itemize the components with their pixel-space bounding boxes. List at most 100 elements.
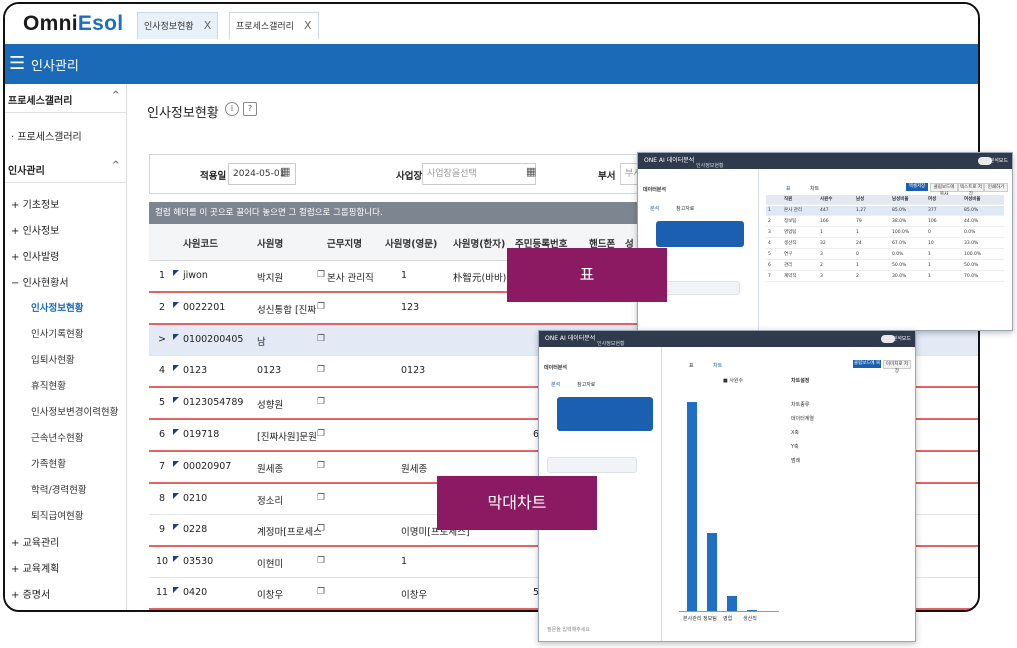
sidebar-subitem[interactable]: 인사정보변경이력현황 <box>31 404 118 418</box>
tab-table[interactable]: 표 <box>786 185 791 192</box>
sidebar-item-hr-report[interactable]: − 인사현황서 <box>11 274 69 289</box>
table-cell: 24 <box>856 241 862 246</box>
sidebar-item-hr-appoint[interactable]: + 인사발령 <box>11 248 59 263</box>
column-header[interactable]: 사원명(영문) <box>385 236 437 250</box>
column-header[interactable]: 사원코드 <box>183 236 218 250</box>
print-button[interactable]: 인쇄하기 <box>984 183 1008 192</box>
table-row[interactable]: 1 본사 관리 447 1,27 85.0% 377 85.0% <box>766 206 1004 216</box>
sidebar-subitem[interactable]: 인사정보현황 <box>31 300 83 314</box>
cell-code: jiwon <box>183 270 208 281</box>
open-record-icon[interactable]: ❐ <box>317 365 325 375</box>
tab-table[interactable]: 표 <box>689 362 694 369</box>
tab-analysis[interactable]: 분석 <box>650 205 659 212</box>
tab-reference[interactable]: 참고자료 <box>577 381 595 388</box>
excel-save-button[interactable]: 엑셀저장 <box>906 183 928 191</box>
table-row[interactable]: 7 계약직 3 2 30.0% 1 70.0% <box>766 272 1004 282</box>
header-cell: 여성 <box>928 197 937 202</box>
open-record-icon[interactable]: ❐ <box>317 524 325 534</box>
bar[interactable] <box>707 533 717 611</box>
setting-label: X축 <box>791 430 800 436</box>
sidebar-item-edu[interactable]: + 교육관리 <box>11 534 59 549</box>
sidebar-section-process[interactable]: 프로세스갤러리 ^ <box>5 84 126 113</box>
calendar-icon[interactable]: ▦ <box>280 165 290 178</box>
hamburger-menu-icon[interactable]: ☰ <box>9 53 25 74</box>
save-image-button[interactable]: 이미지로 저장 <box>883 360 911 374</box>
close-icon[interactable]: X <box>304 19 312 32</box>
bar[interactable] <box>687 401 697 611</box>
copy-clipboard-button[interactable]: 클립보드에 복사 <box>853 360 881 374</box>
open-record-icon[interactable]: ❐ <box>317 397 325 407</box>
table-row[interactable]: 2 정보팀 166 79 38.0% 106 44.0% <box>766 217 1004 227</box>
sidebar-item-process-gallery[interactable]: · 프로세스갤러리 <box>11 128 82 143</box>
tab-reference[interactable]: 참고자료 <box>676 205 694 212</box>
open-record-icon[interactable]: ❐ <box>317 270 325 280</box>
tab-process-gallery[interactable]: 프로세스갤러리 X <box>229 12 319 39</box>
column-header[interactable]: 사원명(한자) <box>453 236 505 250</box>
chevron-up-icon[interactable]: ^ <box>112 90 120 101</box>
table-cell: 생산직 <box>784 241 797 246</box>
table-cell: 2 <box>856 274 859 279</box>
edit-marker-icon <box>173 270 179 276</box>
open-record-icon[interactable]: ❐ <box>317 429 325 439</box>
edit-marker-icon <box>173 334 179 340</box>
place-input[interactable]: 사업장을선택 <box>422 163 536 185</box>
sidebar-subitem[interactable]: 학력/경력현황 <box>31 482 87 496</box>
table-cell: 6 <box>768 263 771 268</box>
table-row[interactable]: 5 연구 3 0 0.0% 1 100.0% <box>766 250 1004 260</box>
sidebar-subitem[interactable]: 가족현황 <box>31 456 66 470</box>
cell-en: 0123 <box>401 365 426 376</box>
sidebar-subitem[interactable]: 입퇴사현황 <box>31 352 75 366</box>
table-cell: 계약직 <box>784 274 797 279</box>
table-row[interactable]: 3 영업팀 1 1 100.0% 0 0.0% <box>766 228 1004 238</box>
cell-name: 이현미 <box>257 559 284 570</box>
sidebar-item-cert[interactable]: + 증명서 <box>11 586 50 601</box>
cell-name: 박지원 <box>257 273 284 284</box>
tab-chart[interactable]: 차트 <box>713 362 722 369</box>
x-tick-label: 생산직 <box>743 616 757 622</box>
info-icon[interactable]: i <box>225 102 239 116</box>
table-cell: 38.0% <box>892 219 907 224</box>
sidebar-item-basic-info[interactable]: + 기초정보 <box>11 196 59 211</box>
open-record-icon[interactable]: ❐ <box>317 493 325 503</box>
copy-clipboard-button[interactable]: 클립보드에 복사 <box>930 183 958 197</box>
open-record-icon[interactable]: ❐ <box>317 587 325 597</box>
table-row[interactable]: 4 생산직 32 24 67.0% 10 33.0% <box>766 239 1004 249</box>
edit-marker-icon <box>173 365 179 371</box>
open-record-icon[interactable]: ❐ <box>317 461 325 471</box>
ai-table-panel: ONE AI 데이터분석 인사정보현황 분석모드 데이터분석 분석 참고자료 표… <box>637 152 1013 331</box>
tab-hr-info-status[interactable]: 인사정보현황 X <box>137 12 219 39</box>
sidebar-item-edu-plan[interactable]: + 교육계획 <box>11 560 59 575</box>
table-row[interactable]: 6 관리 2 1 50.0% 1 50.0% <box>766 261 1004 271</box>
x-tick-label: 영업 <box>723 616 733 622</box>
cell-code: 0210 <box>183 493 208 504</box>
close-icon[interactable]: X <box>204 19 212 32</box>
chat-input[interactable]: 질문을 입력해주세요. <box>547 626 592 633</box>
help-icon[interactable]: ? <box>243 102 257 116</box>
lookup-icon[interactable]: ▦ <box>526 165 536 178</box>
column-header[interactable]: 근무지명 <box>327 236 362 250</box>
setting-label: Y축 <box>791 444 799 450</box>
column-header[interactable]: 사원명 <box>257 236 283 250</box>
sidebar-subitem[interactable]: 휴직현황 <box>31 378 66 392</box>
sidebar-subitem[interactable]: 퇴직급여현황 <box>31 508 83 522</box>
edit-marker-icon <box>173 556 179 562</box>
sidebar: 프로세스갤러리 ^ · 프로세스갤러리 인사관리 ^ + 기초정보 + 인사정보 +… <box>5 84 127 610</box>
table-cell: 0.0% <box>964 230 976 235</box>
edit-marker-icon <box>173 461 179 467</box>
sidebar-subitem[interactable]: 인사기록현황 <box>31 326 83 340</box>
bar[interactable] <box>727 596 737 611</box>
dept-label: 부서 <box>598 171 616 182</box>
chevron-up-icon[interactable]: ^ <box>112 160 120 171</box>
open-record-icon[interactable]: ❐ <box>317 556 325 566</box>
open-record-icon[interactable]: ❐ <box>317 302 325 312</box>
cell-cn: 朴智元(바바) <box>453 273 507 284</box>
open-record-icon[interactable]: ❐ <box>317 334 325 344</box>
top-tab-bar: OmniEsol 인사정보현황 X 프로세스갤러리 X <box>5 4 978 45</box>
save-text-button[interactable]: 텍스트로 저장 <box>958 183 984 197</box>
tab-chart[interactable]: 차트 <box>810 185 819 192</box>
table-cell: 100.0% <box>964 252 982 257</box>
sidebar-item-hr-info[interactable]: + 인사정보 <box>11 222 59 237</box>
sidebar-section-hr[interactable]: 인사관리 ^ <box>5 154 126 183</box>
sidebar-subitem[interactable]: 근속년수현황 <box>31 430 83 444</box>
tab-analysis[interactable]: 분석 <box>551 381 560 388</box>
